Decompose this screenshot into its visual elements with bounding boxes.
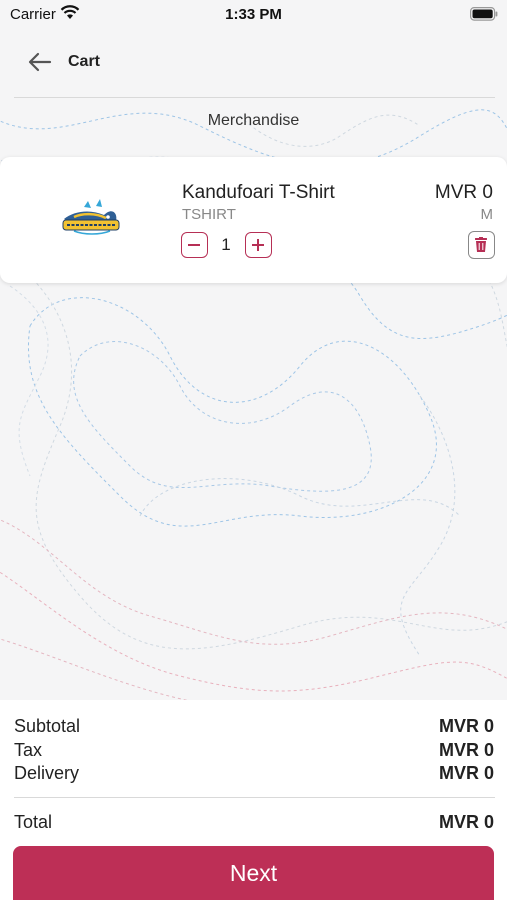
header: Cart — [0, 40, 507, 84]
tax-value: MVR 0 — [438, 740, 494, 760]
tax-row: Tax MVR 0 — [14, 740, 494, 762]
arrow-left-icon — [28, 52, 52, 72]
delete-item-button[interactable] — [468, 231, 495, 259]
order-summary: Subtotal MVR 0 Tax MVR 0 Delivery MVR 0 … — [0, 700, 507, 900]
back-button[interactable] — [26, 49, 54, 75]
total-label: Total — [14, 812, 53, 832]
decrease-quantity-button[interactable] — [181, 232, 208, 258]
subtotal-label: Subtotal — [14, 716, 81, 736]
quantity-value: 1 — [221, 235, 231, 254]
next-button[interactable]: Next — [13, 846, 494, 900]
status-bar: Carrier 1:33 PM — [0, 0, 507, 30]
item-name: Kandufoari T-Shirt — [182, 182, 335, 203]
item-price: MVR 0 — [434, 182, 493, 203]
cart-item: Kandufoari T-Shirt TSHIRT MVR 0 M 1 — [0, 157, 507, 283]
clock: 1:33 PM — [225, 6, 282, 23]
trash-icon — [475, 237, 487, 252]
total-value: MVR 0 — [438, 812, 494, 832]
item-size: M — [480, 206, 494, 223]
subtotal-row: Subtotal MVR 0 — [14, 716, 494, 738]
battery-icon — [470, 7, 498, 21]
minus-icon — [188, 244, 200, 246]
page-title: Cart — [68, 53, 101, 70]
summary-divider — [14, 797, 495, 798]
item-sku: TSHIRT — [182, 206, 236, 223]
total-row: Total MVR 0 — [14, 812, 494, 834]
tax-label: Tax — [14, 740, 43, 760]
delivery-label: Delivery — [14, 763, 80, 783]
header-divider — [14, 97, 495, 98]
product-image — [62, 199, 120, 235]
delivery-row: Delivery MVR 0 — [14, 763, 494, 785]
delivery-value: MVR 0 — [438, 763, 494, 783]
category-heading: Merchandise — [207, 112, 300, 129]
increase-quantity-button[interactable] — [245, 232, 272, 258]
subtotal-value: MVR 0 — [438, 716, 494, 736]
